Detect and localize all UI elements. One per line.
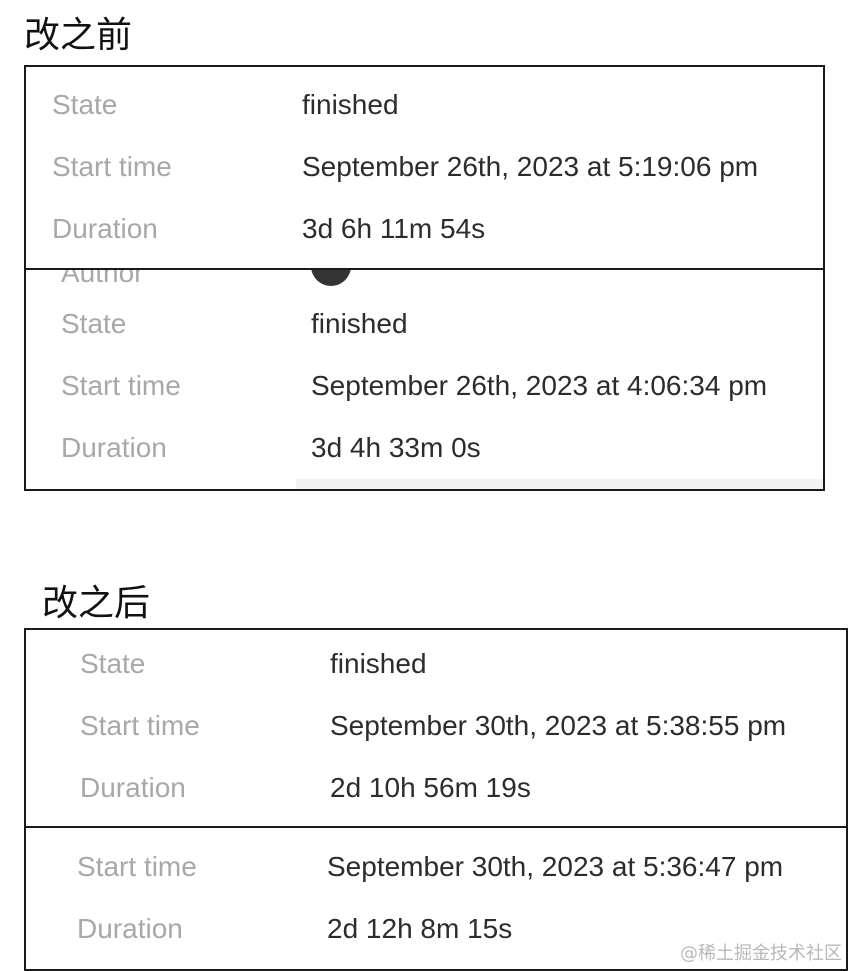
start-time-value: September 26th, 2023 at 5:19:06 pm <box>302 151 759 182</box>
duration-label: Duration <box>52 213 158 244</box>
duration-value: 2d 12h 8m 15s <box>327 913 513 944</box>
duration-value: 2d 10h 56m 19s <box>330 772 531 803</box>
duration-value: 3d 4h 33m 0s <box>311 432 481 463</box>
state-value: finished <box>311 308 408 339</box>
state-label: State <box>52 89 118 120</box>
state-label: State <box>80 648 146 679</box>
watermark: @稀土掘金技术社区 <box>680 943 842 964</box>
start-time-label: Start time <box>61 370 181 401</box>
duration-label: Duration <box>80 772 186 803</box>
state-value: finished <box>302 89 399 120</box>
after-top-duration-row: Duration 2d 10h 56m 19s <box>26 768 846 808</box>
before-panel: State finished Start time September 26th… <box>24 65 825 491</box>
after-top-start-time-row: Start time September 30th, 2023 at 5:38:… <box>26 706 846 746</box>
before-top-state-row: State finished <box>26 85 823 125</box>
after-bottom-start-time-row: Start time September 30th, 2023 at 5:36:… <box>26 847 846 887</box>
clipped-label-fragment: Author <box>61 270 144 288</box>
duration-label: Duration <box>61 432 167 463</box>
state-label: State <box>61 308 127 339</box>
start-time-value: September 30th, 2023 at 5:38:55 pm <box>330 710 787 741</box>
duration-label: Duration <box>77 913 183 944</box>
before-bottom-duration-row: Duration 3d 4h 33m 0s <box>26 428 823 468</box>
state-value: finished <box>330 648 427 679</box>
avatar-icon <box>311 270 351 286</box>
before-heading: 改之前 <box>24 15 133 56</box>
start-time-label: Start time <box>52 151 172 182</box>
after-panel: State finished Start time September 30th… <box>24 628 848 971</box>
bottom-edge-strip <box>296 479 823 489</box>
before-top-duration-row: Duration 3d 6h 11m 54s <box>26 209 823 249</box>
before-bottom-section: Author State finished Start time Septemb… <box>26 270 823 489</box>
after-heading: 改之后 <box>42 583 151 624</box>
after-divider <box>26 826 846 828</box>
after-top-state-row: State finished <box>26 644 846 684</box>
start-time-label: Start time <box>80 710 200 741</box>
duration-value: 3d 6h 11m 54s <box>302 213 486 244</box>
before-top-start-time-row: Start time September 26th, 2023 at 5:19:… <box>26 147 823 187</box>
before-bottom-start-time-row: Start time September 26th, 2023 at 4:06:… <box>26 366 823 406</box>
start-time-value: September 30th, 2023 at 5:36:47 pm <box>327 851 784 882</box>
before-bottom-state-row: State finished <box>26 304 823 344</box>
start-time-label: Start time <box>77 851 197 882</box>
start-time-value: September 26th, 2023 at 4:06:34 pm <box>311 370 768 401</box>
